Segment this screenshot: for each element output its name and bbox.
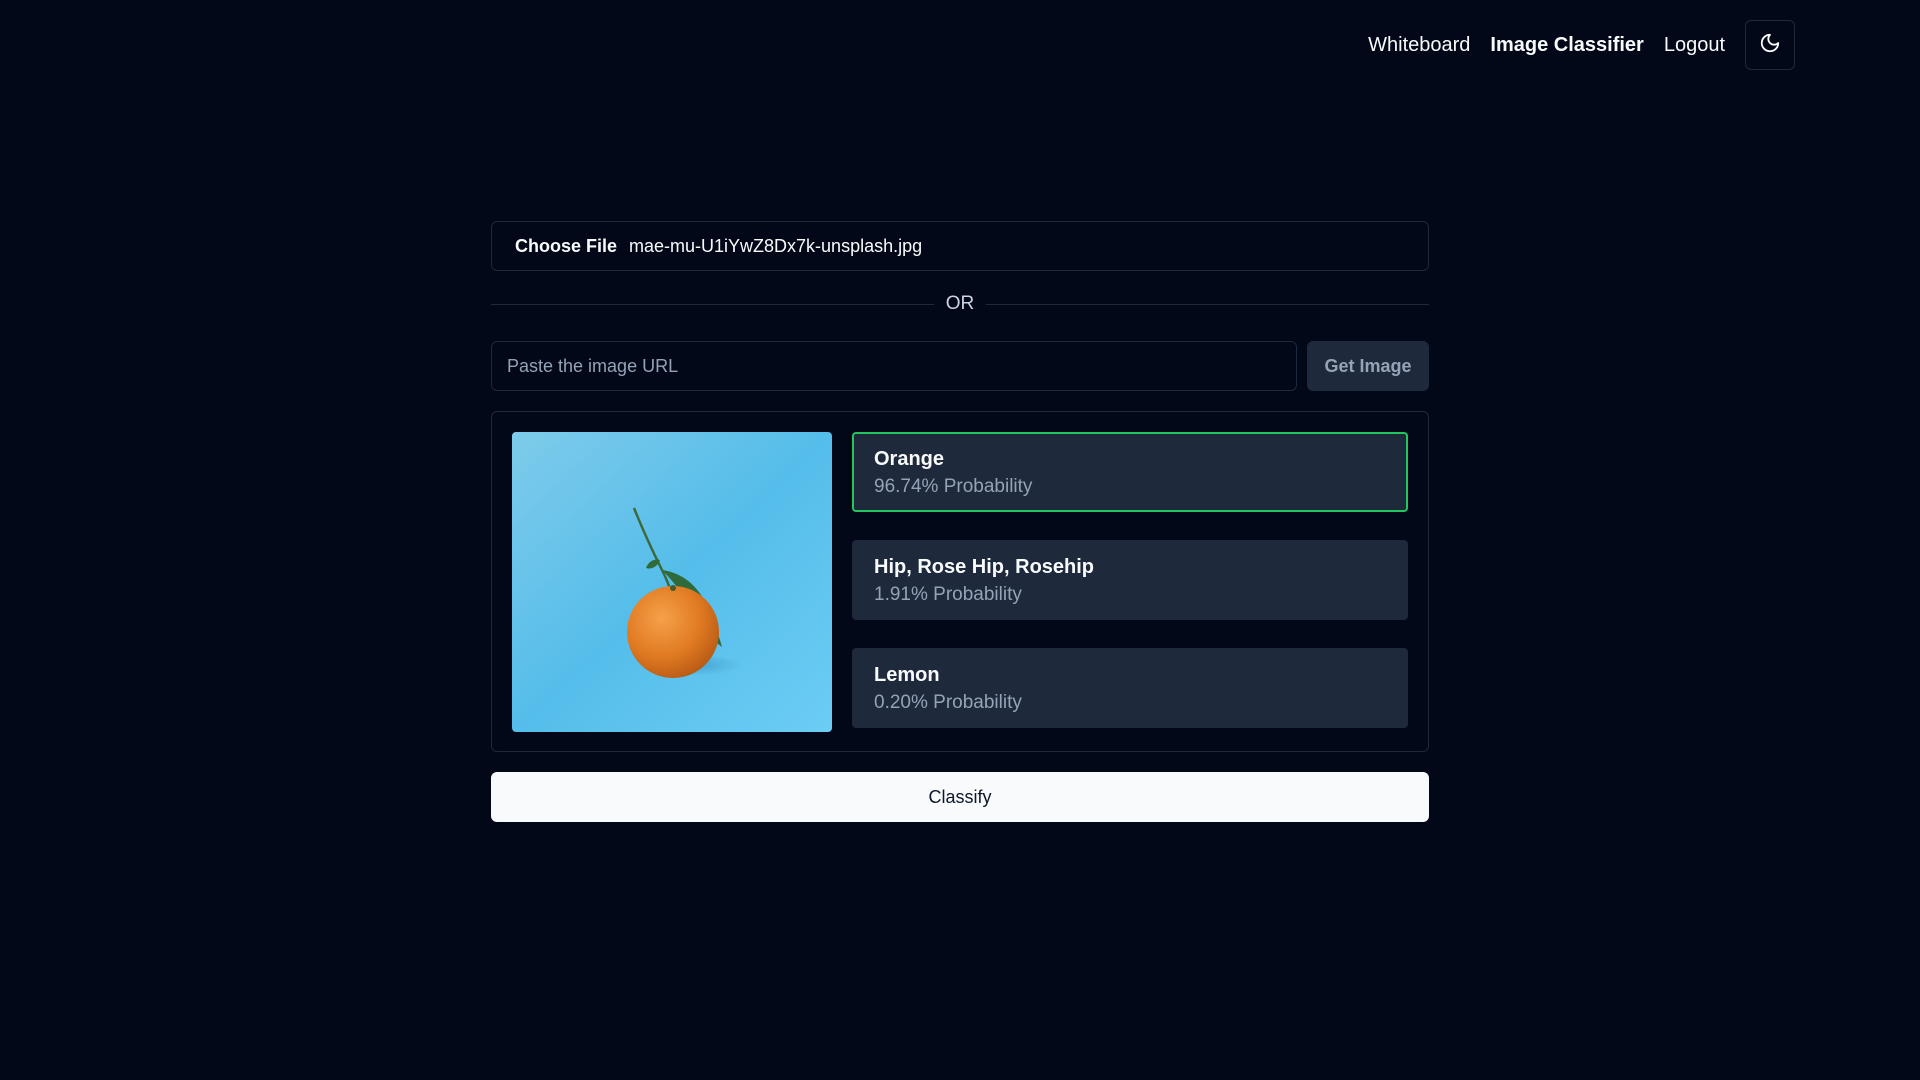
nav-whiteboard[interactable]: Whiteboard — [1368, 34, 1470, 57]
prediction-label: Orange — [874, 448, 945, 470]
prediction-card: Hip, Rose Hip, Rosehip 1.91% Probability — [852, 540, 1408, 620]
prediction-label: Hip, Rose Hip, Rosehip — [874, 556, 1095, 578]
prediction-probability: 1.91% Probability — [874, 584, 1022, 605]
result-panel: Orange 96.74% Probability Hip, Rose Hip,… — [491, 411, 1429, 752]
nav-image-classifier[interactable]: Image Classifier — [1490, 34, 1643, 57]
prediction-card-top: Orange 96.74% Probability — [852, 432, 1408, 512]
or-text: OR — [945, 293, 975, 314]
get-image-button[interactable]: Get Image — [1307, 341, 1429, 391]
divider-line — [986, 303, 1429, 305]
or-separator: OR — [491, 279, 1429, 329]
prediction-probability: 0.20% Probability — [874, 692, 1022, 713]
moon-icon — [1759, 32, 1781, 59]
prediction-card: Lemon 0.20% Probability — [852, 648, 1408, 728]
prediction-probability: 96.74% Probability — [874, 476, 1033, 497]
top-nav: Whiteboard Image Classifier Logout — [1368, 20, 1795, 70]
classifier-form: Choose File mae-mu-U1iYwZ8Dx7k-unsplash.… — [491, 221, 1429, 822]
theme-toggle-button[interactable] — [1745, 20, 1795, 70]
image-url-input[interactable] — [491, 341, 1297, 391]
classify-button[interactable]: Classify — [491, 772, 1429, 822]
url-row: Get Image — [491, 341, 1429, 391]
prediction-list: Orange 96.74% Probability Hip, Rose Hip,… — [852, 432, 1408, 731]
choose-file-button[interactable]: Choose File — [515, 236, 617, 257]
nav-logout[interactable]: Logout — [1664, 34, 1725, 57]
selected-file-name: mae-mu-U1iYwZ8Dx7k-unsplash.jpg — [629, 235, 923, 256]
orange-photo — [512, 432, 832, 732]
image-preview — [512, 432, 832, 732]
divider-line — [491, 303, 934, 305]
file-input[interactable]: Choose File mae-mu-U1iYwZ8Dx7k-unsplash.… — [491, 221, 1429, 271]
prediction-label: Lemon — [874, 664, 940, 686]
